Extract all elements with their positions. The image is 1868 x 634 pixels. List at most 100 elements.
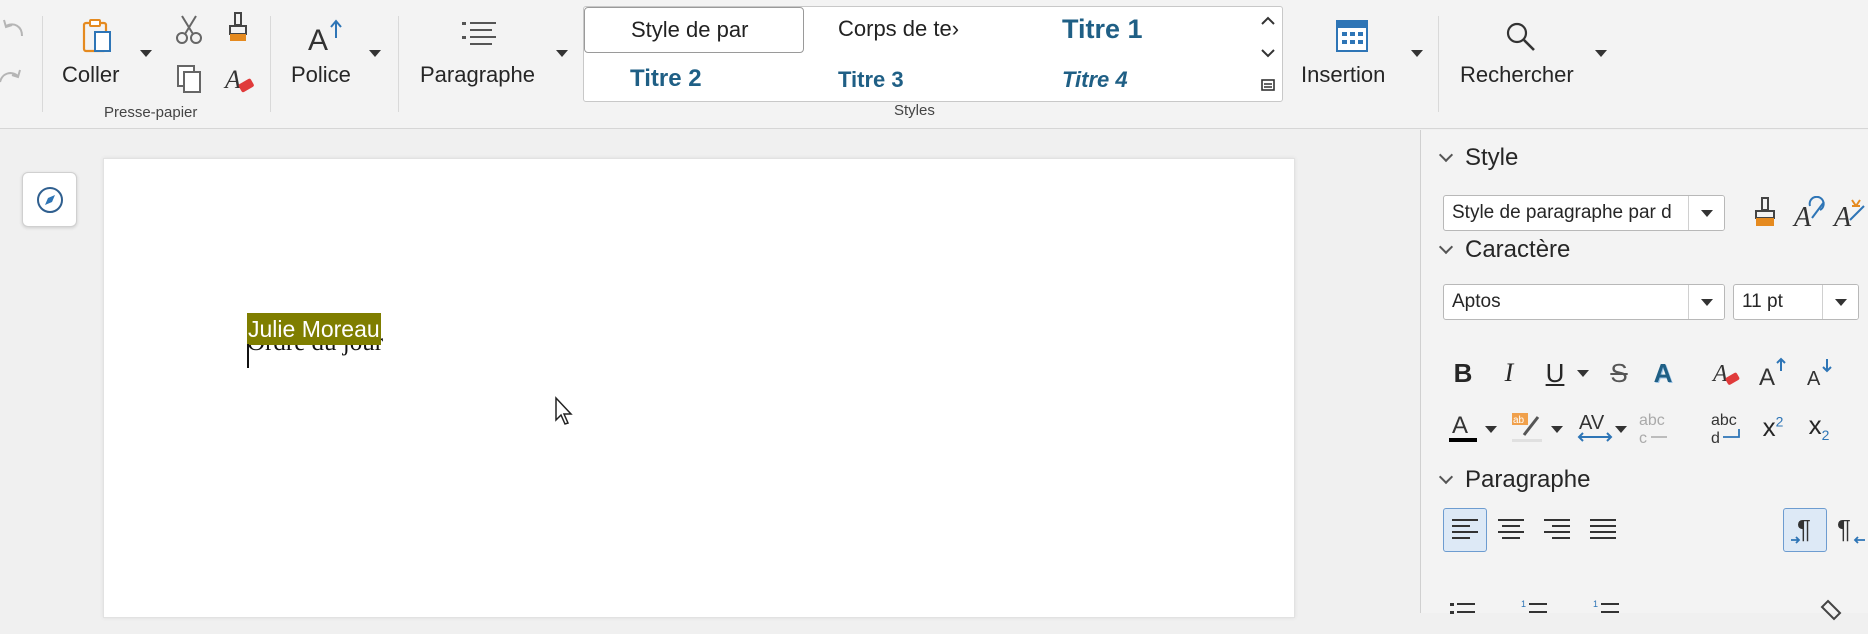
highlight-color-button[interactable]: ab: [1505, 405, 1549, 449]
navigator-button[interactable]: [22, 172, 77, 227]
copy-icon: [177, 65, 201, 93]
paragraph-button[interactable]: Paragraphe: [414, 14, 544, 94]
bold-button[interactable]: B: [1441, 351, 1485, 395]
styles-scroll-down[interactable]: [1254, 38, 1282, 68]
highlight-dropdown-arrow[interactable]: [1551, 426, 1563, 433]
document-workspace: Ordre du jour Julie Moreau: [0, 130, 1420, 618]
new-style-icon: A: [1832, 199, 1865, 230]
font-dropdown-arrow[interactable]: [369, 50, 381, 57]
subscript-button[interactable]: x2: [1797, 405, 1841, 449]
styles-gallery-expand[interactable]: [1254, 70, 1282, 100]
style-heading-2[interactable]: Titre 2: [584, 57, 804, 101]
superscript-button[interactable]: x2: [1751, 405, 1795, 449]
chevron-down-icon: [1438, 147, 1454, 163]
svg-text:abc: abc: [1639, 412, 1665, 429]
decrease-font-size-button[interactable]: A: [1797, 351, 1841, 395]
align-left-button[interactable]: [1443, 508, 1487, 552]
paragraph-dropdown-arrow[interactable]: [556, 50, 568, 57]
font-label: Police: [291, 62, 351, 87]
document-page[interactable]: Ordre du jour Julie Moreau: [103, 158, 1295, 618]
paste-dropdown-arrow[interactable]: [140, 50, 152, 57]
svg-text:A: A: [1832, 202, 1852, 230]
clipboard-group-label: Presse-papier: [104, 104, 198, 121]
clear-formatting-icon: A: [1711, 361, 1740, 387]
copy-button[interactable]: [172, 62, 206, 96]
svg-text:d: d: [1711, 430, 1720, 445]
cut-button[interactable]: [172, 12, 206, 46]
find-dropdown-arrow[interactable]: [1595, 50, 1607, 57]
strikethrough-button[interactable]: S: [1597, 351, 1641, 395]
chevron-down-icon[interactable]: [1822, 285, 1858, 319]
redo-button[interactable]: [0, 62, 30, 92]
bold-icon: B: [1453, 358, 1473, 388]
align-right-button[interactable]: [1535, 508, 1579, 552]
underline-dropdown-arrow[interactable]: [1577, 370, 1589, 377]
character-section-header[interactable]: Caractère: [1438, 236, 1571, 264]
increase-font-size-button[interactable]: A: [1751, 351, 1795, 395]
underline-icon: U: [1545, 358, 1565, 388]
font-button[interactable]: A Police: [284, 14, 374, 94]
bullet-list-button[interactable]: [1441, 590, 1485, 634]
shadow-button[interactable]: A: [1641, 351, 1685, 395]
style-item-label: Corps de te›: [838, 16, 960, 41]
svg-text:A: A: [1792, 202, 1812, 230]
font-color-button[interactable]: A: [1441, 405, 1485, 449]
chevron-down-icon: [1438, 239, 1454, 255]
case-button[interactable]: abc c: [1633, 405, 1677, 449]
style-heading-3[interactable]: Titre 3: [810, 57, 1010, 101]
text-direction-ltr-icon: ¶: [1791, 514, 1811, 544]
outline-list-icon: 1: [1593, 599, 1619, 613]
underline-button[interactable]: U: [1533, 351, 1577, 395]
justify-button[interactable]: [1581, 508, 1625, 552]
left-to-right-button[interactable]: ¶: [1783, 508, 1827, 552]
style-heading-4[interactable]: Titre 4: [1034, 57, 1234, 101]
styles-scroll-up[interactable]: [1254, 6, 1282, 36]
font-name-select[interactable]: Aptos: [1443, 284, 1725, 320]
chevron-down-icon[interactable]: [1688, 196, 1724, 230]
find-label: Rechercher: [1460, 62, 1574, 87]
find-button[interactable]: Rechercher: [1456, 14, 1596, 94]
chevron-down-icon[interactable]: [1688, 285, 1724, 319]
undo-button[interactable]: [0, 14, 30, 44]
wrap-text-button[interactable]: abc d: [1705, 405, 1749, 449]
separator: [398, 16, 399, 112]
font-icon: A: [308, 19, 342, 54]
style-body-text[interactable]: Corps de te›: [810, 7, 1010, 53]
character-spacing-button[interactable]: AV: [1573, 405, 1617, 449]
document-line-name-selected[interactable]: Julie Moreau: [247, 313, 381, 345]
outline-list-button[interactable]: 1: [1585, 590, 1629, 634]
paste-button[interactable]: Coller: [58, 14, 138, 94]
align-center-button[interactable]: [1489, 508, 1533, 552]
style-default-paragraph[interactable]: Style de par: [584, 7, 804, 53]
style-section-title: Style: [1465, 144, 1519, 171]
paragraph-background-button[interactable]: [1813, 590, 1857, 634]
scissors-icon: [176, 15, 202, 44]
right-to-left-button[interactable]: ¶: [1829, 508, 1868, 552]
paragraph-style-select[interactable]: Style de paragraphe par d: [1443, 195, 1725, 231]
svg-text:A: A: [308, 24, 328, 54]
separator: [42, 16, 43, 112]
style-section-header[interactable]: Style: [1438, 144, 1519, 172]
character-spacing-dropdown-arrow[interactable]: [1615, 426, 1627, 433]
format-painter-button[interactable]: [222, 10, 256, 46]
insert-dropdown-arrow[interactable]: [1411, 50, 1423, 57]
paragraph-section-header[interactable]: Paragraphe: [1438, 466, 1590, 494]
font-color-dropdown-arrow[interactable]: [1485, 426, 1497, 433]
fill-format-mode-button[interactable]: [1743, 191, 1787, 235]
insert-button[interactable]: Insertion: [1298, 14, 1408, 94]
mouse-pointer-icon: [555, 396, 573, 425]
italic-button[interactable]: I: [1487, 351, 1531, 395]
update-style-button[interactable]: A: [1787, 191, 1831, 235]
character-section-title: Caractère: [1465, 236, 1571, 263]
paragraph-icon: [462, 22, 496, 45]
style-heading-1[interactable]: Titre 1: [1034, 7, 1234, 53]
shrink-font-icon: A: [1807, 359, 1832, 389]
font-size-select[interactable]: 11 pt: [1733, 284, 1859, 320]
update-style-icon: A: [1792, 196, 1825, 230]
clear-direct-formatting-button[interactable]: A: [1705, 351, 1749, 395]
new-style-button[interactable]: A: [1827, 191, 1868, 235]
svg-text:c: c: [1639, 430, 1647, 445]
shadow-icon: A: [1653, 358, 1673, 388]
numbered-list-button[interactable]: 1: [1513, 590, 1557, 634]
clear-formatting-button[interactable]: A: [222, 62, 256, 96]
